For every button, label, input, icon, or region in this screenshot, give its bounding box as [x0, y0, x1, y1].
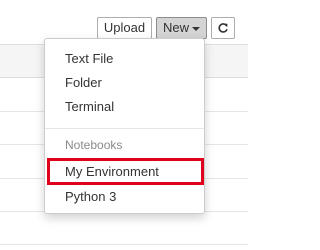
new-dropdown-button[interactable]: New: [156, 17, 207, 39]
row-divider: [0, 244, 248, 245]
menu-item-text-file[interactable]: Text File: [45, 47, 204, 71]
caret-down-icon: [192, 27, 200, 31]
refresh-button[interactable]: [211, 17, 235, 39]
upload-button[interactable]: Upload: [97, 17, 152, 39]
highlight-annotation-box: [47, 158, 204, 185]
refresh-icon: [218, 23, 228, 33]
new-button-label: New: [163, 20, 190, 35]
menu-item-folder[interactable]: Folder: [45, 71, 204, 95]
menu-item-python-3[interactable]: Python 3: [45, 185, 204, 209]
menu-item-terminal[interactable]: Terminal: [45, 95, 204, 119]
menu-section-header-notebooks: Notebooks: [65, 138, 123, 152]
new-dropdown-menu: Text File Folder Terminal Notebooks My E…: [44, 38, 205, 214]
menu-divider: [45, 128, 204, 129]
